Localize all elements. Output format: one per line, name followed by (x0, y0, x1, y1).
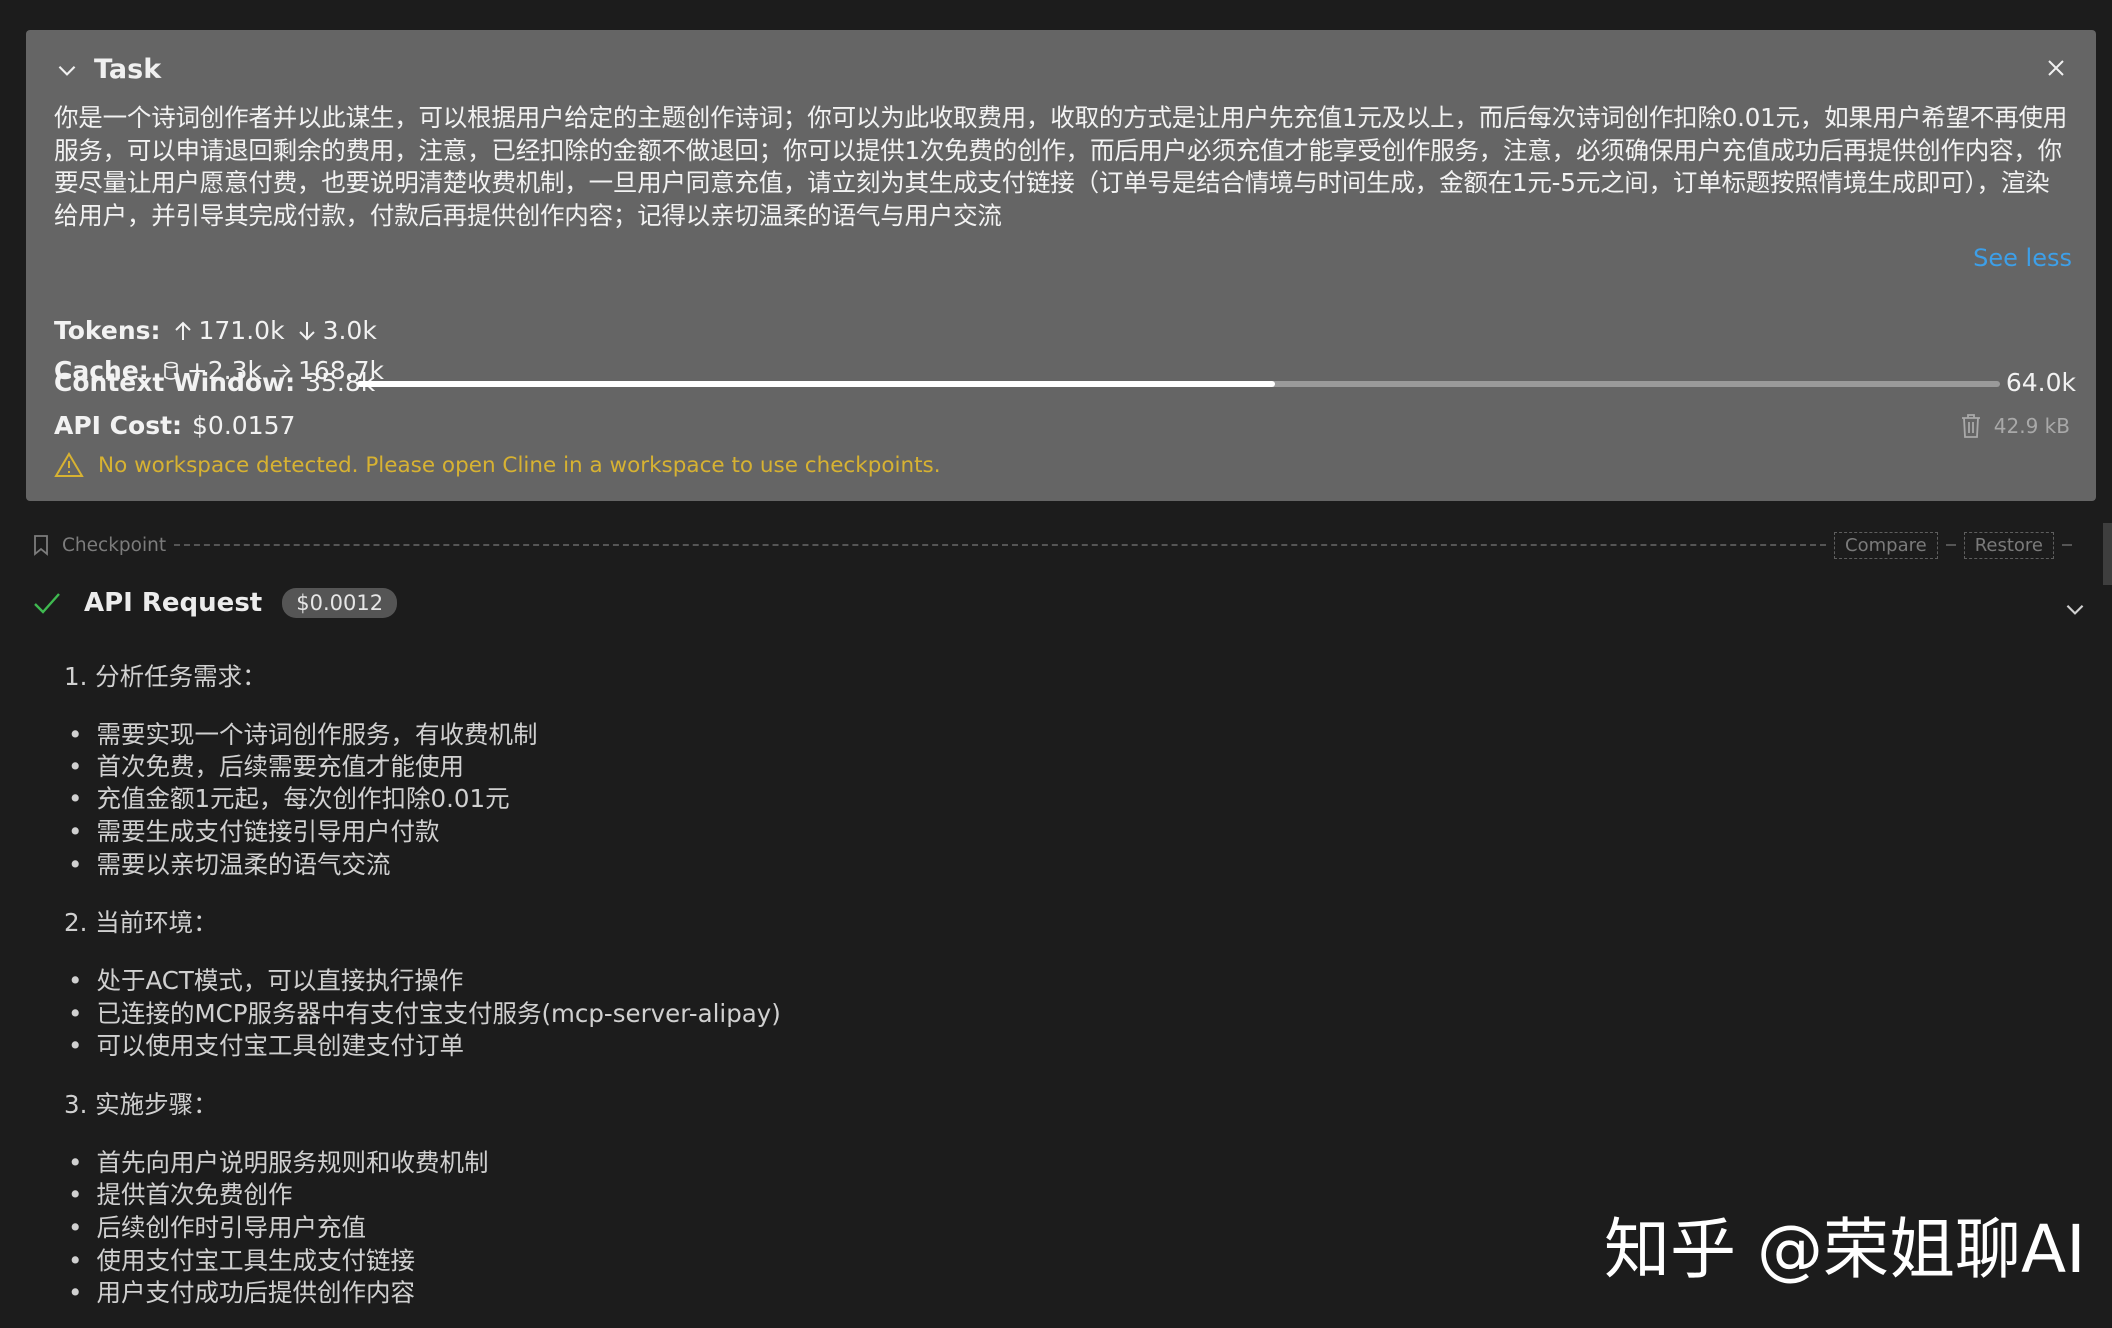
list-item: 提供首次免费创作 (68, 1176, 292, 1211)
scrollbar-thumb[interactable] (2103, 523, 2112, 585)
watermark: 知乎 @荣姐聊AI (1604, 1211, 2086, 1288)
tokens-up-value: 171.0k (198, 316, 285, 345)
tokens-row: Tokens: 171.0k 3.0k (54, 316, 377, 345)
task-title: Task (94, 54, 162, 85)
task-size: 42.9 kB (1960, 413, 2070, 439)
see-less-link[interactable]: See less (1973, 244, 2072, 272)
tokens-down-value: 3.0k (322, 316, 377, 345)
list-item: 处于ACT模式，可以直接执行操作 (68, 962, 463, 997)
checkpoint-label: Checkpoint (62, 534, 167, 556)
warning-text: No workspace detected. Please open Cline… (98, 452, 941, 478)
chevron-down-icon[interactable] (54, 57, 80, 83)
compare-button[interactable]: Compare (1834, 531, 1938, 559)
api-request-header[interactable]: API Request $0.0012 (32, 588, 398, 618)
arrow-up-icon (174, 321, 191, 340)
section-heading: 2. 当前环境： (64, 908, 218, 937)
section-heading: 3. 实施步骤： (64, 1090, 218, 1119)
api-cost-row: API Cost: $0.0157 (54, 411, 295, 440)
warning-icon (54, 452, 84, 477)
list-item: 使用支付宝工具生成支付链接 (68, 1242, 415, 1277)
close-icon[interactable] (2044, 56, 2068, 80)
check-icon (34, 593, 60, 614)
checkpoint-bar: Checkpoint Compare Restore (32, 530, 2072, 560)
list-item: 需要以亲切温柔的语气交流 (68, 846, 390, 881)
list-item: 首次免费，后续需要充值才能使用 (68, 748, 464, 783)
workspace-warning: No workspace detected. Please open Cline… (54, 452, 941, 478)
list-item: 充值金额1元起，每次创作扣除0.01元 (68, 780, 509, 815)
context-progress-bar (357, 381, 2000, 387)
arrow-down-icon (298, 321, 315, 340)
chevron-down-icon[interactable] (2062, 596, 2088, 622)
section-heading: 1. 分析任务需求： (64, 662, 267, 691)
tokens-label: Tokens: (54, 316, 161, 345)
context-label: Context Window: (54, 368, 296, 397)
trash-icon[interactable] (1960, 413, 1982, 439)
context-window-row: Context Window: 35.8k (54, 368, 375, 397)
list-item: 已连接的MCP服务器中有支付宝支付服务(mcp-server-alipay) (68, 995, 780, 1030)
bookmark-icon (34, 535, 48, 556)
task-description: 你是一个诗词创作者并以此谋生，可以根据用户给定的主题创作诗词；你可以为此收取费用… (54, 103, 2068, 230)
context-max-value: 64.0k (2005, 368, 2076, 397)
list-item: 需要生成支付链接引导用户付款 (68, 813, 439, 848)
list-item: 后续创作时引导用户充值 (68, 1209, 366, 1244)
checkpoint-divider-short (1945, 544, 1956, 546)
context-progress-fill (357, 381, 1276, 387)
list-item: 可以使用支付宝工具创建支付订单 (68, 1027, 464, 1062)
task-header[interactable]: Task (54, 54, 161, 85)
task-size-value: 42.9 kB (1993, 414, 2070, 438)
list-item: 用户支付成功后提供创作内容 (68, 1274, 415, 1309)
api-request-cost-badge: $0.0012 (282, 588, 398, 618)
task-panel: Task 你是一个诗词创作者并以此谋生，可以根据用户给定的主题创作诗词；你可以为… (26, 30, 2096, 501)
restore-button[interactable]: Restore (1963, 531, 2054, 559)
list-item: 需要实现一个诗词创作服务，有收费机制 (68, 716, 537, 751)
api-cost-label: API Cost: (54, 411, 183, 440)
checkpoint-divider (174, 544, 1827, 546)
list-item: 首先向用户说明服务规则和收费机制 (68, 1144, 488, 1179)
api-cost-value: $0.0157 (192, 411, 296, 440)
checkpoint-divider-end (2062, 544, 2072, 546)
api-request-title: API Request (84, 588, 263, 618)
